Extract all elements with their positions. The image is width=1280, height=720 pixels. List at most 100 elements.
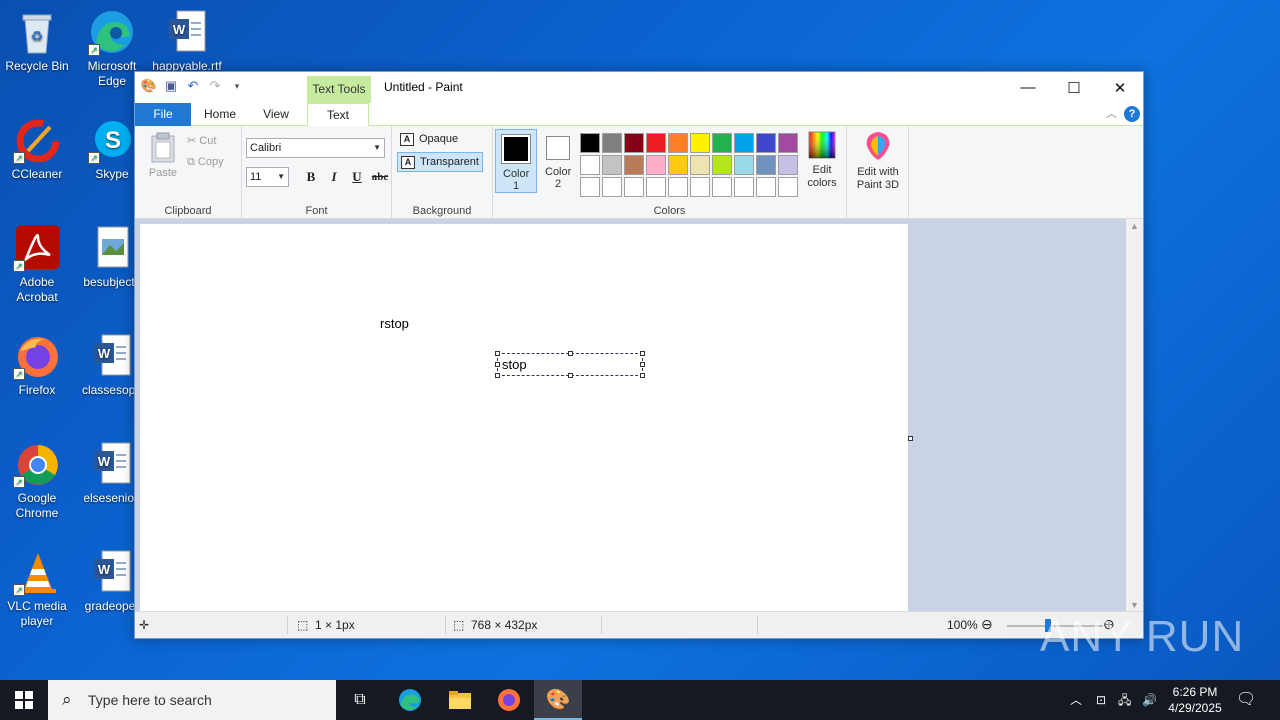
palette-color-swatch[interactable] [602,177,622,197]
palette-color-swatch[interactable] [624,155,644,175]
customize-qat-icon[interactable]: ▾ [229,78,245,94]
desktop-icon-chrome[interactable]: ↗ Google Chrome [1,440,73,521]
tab-view[interactable]: View [251,103,301,126]
desktop-icon-firefox[interactable]: ↗ Firefox [1,332,73,398]
palette-color-swatch[interactable] [712,155,732,175]
window-title: Untitled - Paint [384,80,463,94]
desktop-icon-acrobat[interactable]: ↗ Adobe Acrobat [1,224,73,305]
palette-color-swatch[interactable] [778,133,798,153]
paste-button[interactable]: Paste [147,132,179,179]
tab-file[interactable]: File [135,103,191,126]
palette-color-swatch[interactable] [646,177,666,197]
palette-color-swatch[interactable] [624,177,644,197]
bold-button[interactable]: B [300,167,322,187]
taskbar-search-box[interactable]: ⌕ Type here to search [48,680,336,720]
palette-color-swatch[interactable] [756,177,776,197]
palette-color-swatch[interactable] [712,177,732,197]
canvas-resize-handle[interactable] [908,436,913,441]
italic-button[interactable]: I [323,167,345,187]
font-family-select[interactable]: Calibri ▼ [246,138,385,158]
network-icon[interactable]: 🖧 [1118,680,1134,720]
palette-color-swatch[interactable] [580,133,600,153]
palette-color-swatch[interactable] [756,133,776,153]
desktop-icon-happyable[interactable]: W happyable.rtf [151,8,223,74]
palette-color-swatch[interactable] [734,133,754,153]
help-icon[interactable]: ? [1124,106,1140,122]
underline-button[interactable]: U [346,167,368,187]
save-icon[interactable]: ▣ [163,78,179,94]
resize-handle[interactable] [568,351,573,356]
edit-colors-button[interactable]: Edit colors [801,130,843,190]
palette-color-swatch[interactable] [602,155,622,175]
palette-color-swatch[interactable] [646,155,666,175]
palette-color-swatch[interactable] [580,177,600,197]
edit-with-paint3d-button[interactable]: Edit with Paint 3D [849,130,907,192]
resize-handle[interactable] [640,373,645,378]
collapse-ribbon-icon[interactable]: ︿ [1106,105,1117,121]
minimize-button[interactable]: — [1005,72,1051,103]
resize-handle[interactable] [495,351,500,356]
palette-color-swatch[interactable] [690,177,710,197]
tab-text[interactable]: Text [307,103,369,126]
resize-handle[interactable] [640,351,645,356]
opaque-option[interactable]: A Opaque [397,130,483,150]
palette-color-swatch[interactable] [734,177,754,197]
palette-color-swatch[interactable] [778,155,798,175]
drawing-canvas[interactable]: rstop stop [140,224,908,613]
transparent-option[interactable]: A Transparent [397,152,483,172]
palette-color-swatch[interactable] [668,155,688,175]
clock[interactable]: 6:26 PM 4/29/2025 [1162,680,1228,720]
close-button[interactable]: ✕ [1097,72,1143,103]
resize-handle[interactable] [495,362,500,367]
desktop-icon-vlc[interactable]: ↗ VLC media player [1,548,73,629]
paint-app-icon[interactable]: 🎨 [141,78,157,94]
color1-button[interactable]: Color 1 [495,129,537,193]
resize-handle[interactable] [568,373,573,378]
taskbar-file-explorer-icon[interactable] [440,680,480,720]
text-edit-box[interactable]: stop [495,351,645,378]
firefox-icon: ↗ [13,332,61,380]
scroll-up-icon[interactable]: ▲ [1126,221,1143,231]
color2-button[interactable]: Color 2 [537,129,579,193]
copy-button[interactable]: ⧉ Copy [187,156,224,169]
maximize-button[interactable]: ☐ [1051,72,1097,103]
start-button[interactable] [0,680,48,720]
strikethrough-button[interactable]: abc [369,167,391,187]
tab-home[interactable]: Home [195,103,245,126]
copy-icon: ⧉ [187,156,198,168]
palette-color-swatch[interactable] [778,177,798,197]
resize-handle[interactable] [495,373,500,378]
undo-icon[interactable]: ↶ [185,78,201,94]
desktop-icon-ccleaner[interactable]: ↗ CCleaner [1,116,73,182]
network-usb-icon[interactable]: ⊡ [1096,680,1112,720]
palette-color-swatch[interactable] [690,133,710,153]
desktop-icon-recycle-bin[interactable]: ♻ Recycle Bin [1,8,73,74]
vertical-scrollbar[interactable]: ▲ ▼ [1126,219,1143,612]
task-view-icon[interactable]: ⧉ [340,680,380,720]
cut-button[interactable]: ✂ Cut [187,134,216,147]
taskbar-paint-icon[interactable]: 🎨 [534,680,582,720]
cut-label: Cut [199,135,217,147]
taskbar-edge-icon[interactable] [390,680,430,720]
palette-color-swatch[interactable] [602,133,622,153]
font-size-select[interactable]: 11 ▼ [246,167,289,187]
palette-color-swatch[interactable] [756,155,776,175]
volume-icon[interactable]: 🔊 [1142,680,1158,720]
taskbar-firefox-icon[interactable] [489,680,529,720]
zoom-out-icon[interactable]: ⊖ [981,616,993,633]
title-bar[interactable]: 🎨 ▣ ↶ ↷ ▾ Text Tools Untitled - Paint — … [135,72,1143,103]
palette-color-swatch[interactable] [712,133,732,153]
palette-color-swatch[interactable] [668,177,688,197]
redo-icon[interactable]: ↷ [207,78,223,94]
palette-color-swatch[interactable] [734,155,754,175]
palette-color-swatch[interactable] [580,155,600,175]
scroll-down-icon[interactable]: ▼ [1126,600,1143,610]
palette-color-swatch[interactable] [624,133,644,153]
show-hidden-icons[interactable]: ︿ [1070,680,1086,720]
palette-color-swatch[interactable] [668,133,688,153]
resize-handle[interactable] [640,362,645,367]
palette-color-swatch[interactable] [646,133,666,153]
palette-color-swatch[interactable] [690,155,710,175]
notifications-icon[interactable]: 🗨 [1236,680,1258,720]
canvas-area[interactable]: rstop stop ▲ ▼ [135,219,1143,613]
